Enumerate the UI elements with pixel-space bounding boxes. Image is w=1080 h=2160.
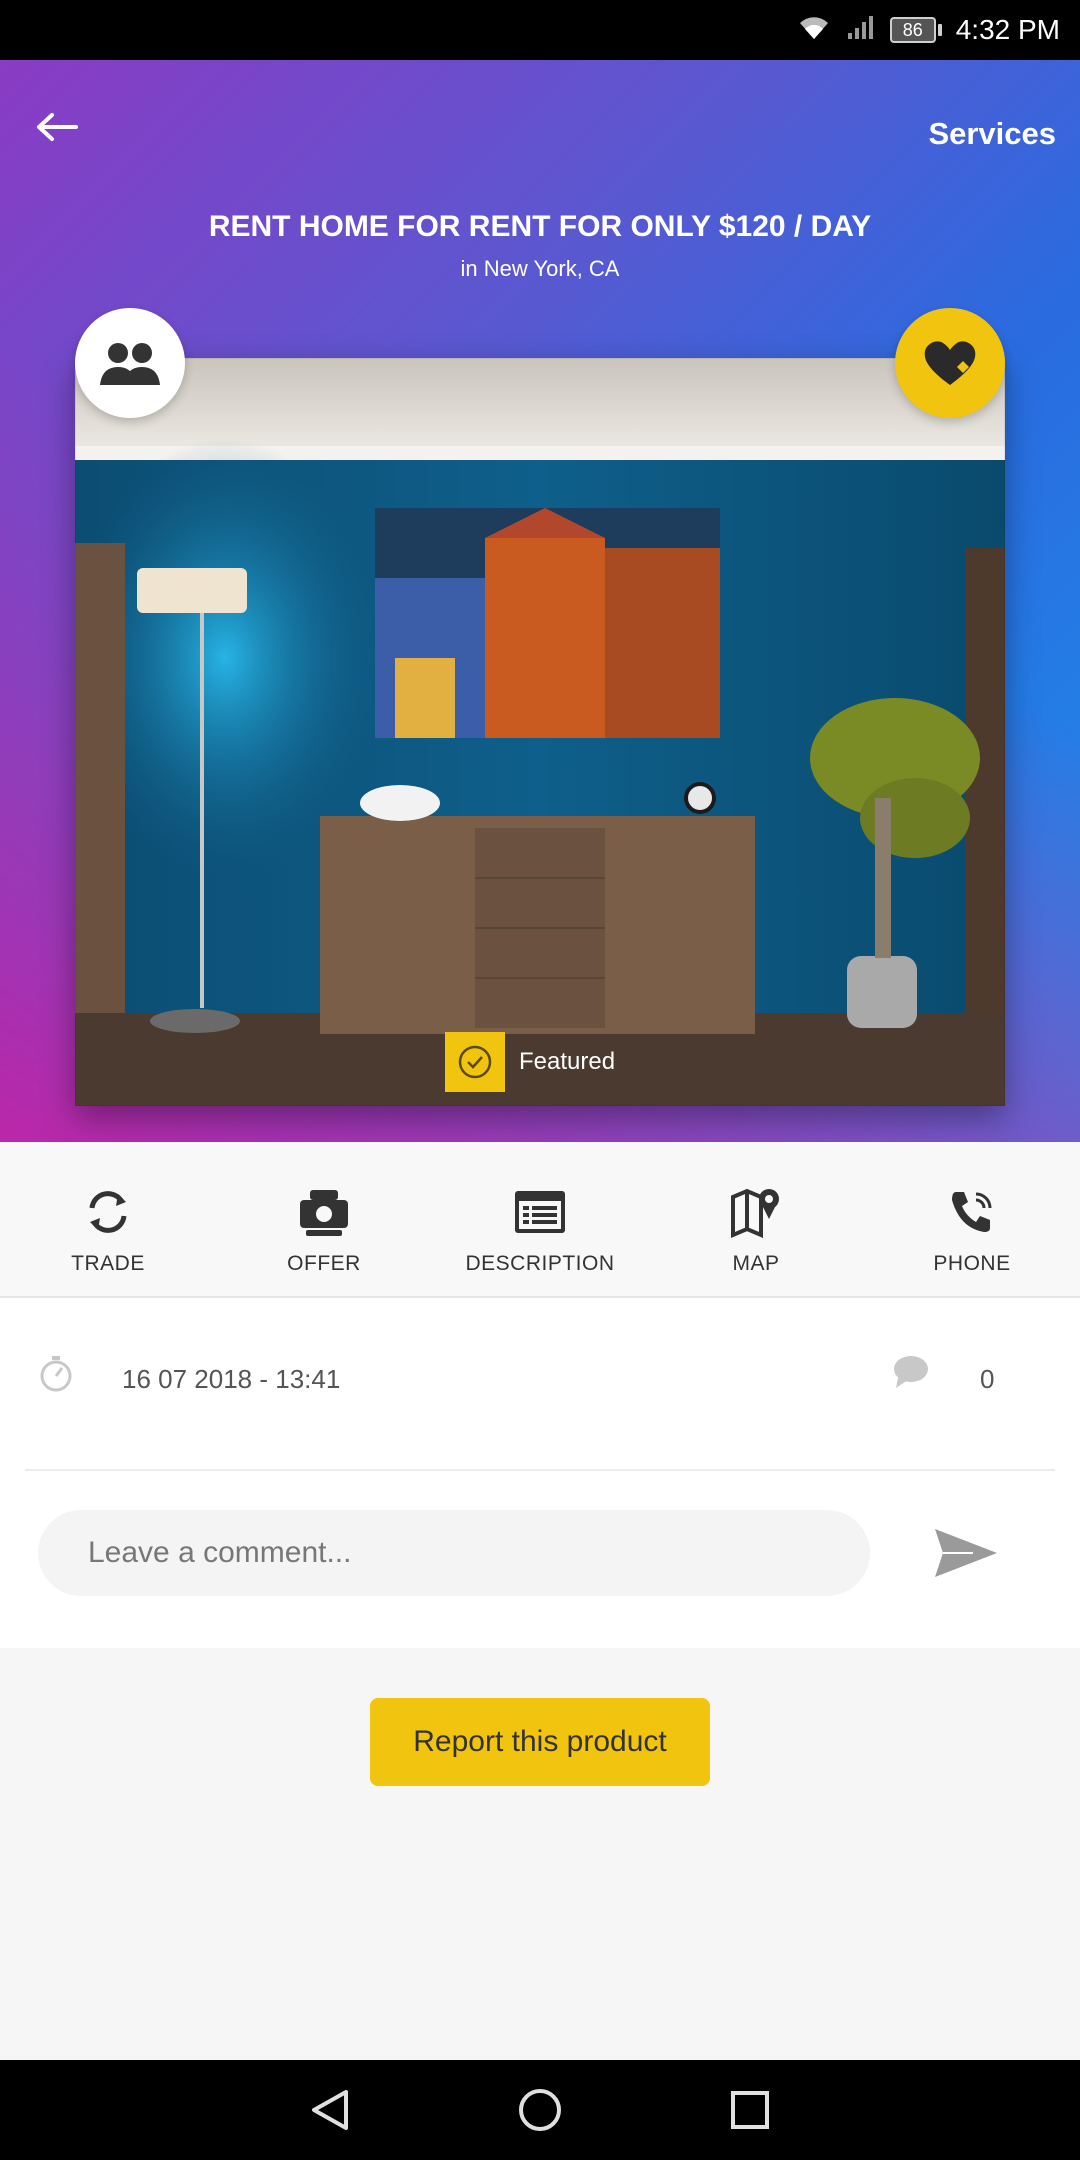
meta-row: 16 07 2018 - 13:41 0	[0, 1298, 1080, 1471]
status-bar: 86 4:32 PM	[0, 0, 1080, 60]
divider	[25, 1469, 1055, 1471]
action-trade[interactable]: TRADE	[0, 1142, 216, 1296]
stopwatch-icon	[38, 1354, 74, 1399]
action-phone-label: PHONE	[933, 1252, 1011, 1275]
square-recents-icon	[731, 2091, 769, 2129]
nav-recents-button[interactable]	[720, 2080, 780, 2140]
featured-tag: Featured	[445, 1032, 615, 1092]
users-icon	[100, 343, 160, 385]
status-icons: 86 4:32 PM	[796, 0, 1060, 60]
send-icon	[935, 1529, 997, 1577]
description-icon	[510, 1182, 570, 1242]
arrow-left-icon	[37, 113, 78, 141]
action-map[interactable]: MAP	[648, 1142, 864, 1296]
circle-home-icon	[519, 2089, 561, 2131]
wifi-icon	[796, 13, 832, 48]
action-bar: TRADE OFFER DESCRIPTION MAP PHONE	[0, 1142, 1080, 1298]
check-circle-icon	[458, 1045, 492, 1079]
clock-time: 4:32 PM	[955, 14, 1060, 45]
favorite-button[interactable]	[895, 308, 1005, 418]
featured-badge	[445, 1032, 505, 1092]
action-description-label: DESCRIPTION	[465, 1252, 615, 1275]
back-button[interactable]	[28, 105, 84, 149]
nav-home-button[interactable]	[510, 2080, 570, 2140]
send-comment-button[interactable]	[930, 1518, 1002, 1588]
system-nav-bar	[0, 2060, 1080, 2160]
listing-title: RENT HOME FOR RENT FOR ONLY $120 / DAY	[208, 210, 872, 243]
action-description[interactable]: DESCRIPTION	[432, 1142, 648, 1296]
battery-icon: 86	[889, 17, 942, 43]
listing-photo[interactable]	[75, 358, 1005, 1106]
action-map-label: MAP	[732, 1252, 780, 1275]
services-link[interactable]: Services	[928, 116, 1056, 152]
listing-header: Services RENT HOME FOR RENT FOR ONLY $12…	[0, 60, 1080, 1142]
action-trade-label: TRADE	[71, 1252, 145, 1275]
triangle-back-icon	[312, 2090, 348, 2130]
room-illustration	[75, 358, 1005, 1106]
action-phone[interactable]: PHONE	[864, 1142, 1080, 1296]
comment-count: 0	[980, 1364, 995, 1394]
report-product-button[interactable]: Report this product	[370, 1698, 710, 1786]
comment-input[interactable]	[38, 1510, 870, 1596]
action-offer-label: OFFER	[287, 1252, 361, 1275]
phone-icon	[942, 1182, 1002, 1242]
sync-icon	[78, 1182, 138, 1242]
comment-icon	[892, 1354, 930, 1395]
signal-icon	[846, 13, 876, 48]
heart-icon	[924, 341, 976, 385]
listing-location: in New York, CA	[460, 256, 620, 281]
map-pin-icon	[726, 1182, 786, 1242]
battery-level: 86	[889, 17, 936, 43]
action-offer[interactable]: OFFER	[216, 1142, 432, 1296]
posted-date: 16 07 2018 - 13:41	[122, 1364, 341, 1394]
listing-meta: 16 07 2018 - 13:41 0	[0, 1298, 1080, 1648]
money-hand-icon	[294, 1182, 354, 1242]
featured-label: Featured	[519, 1048, 616, 1075]
group-button[interactable]	[75, 308, 185, 418]
nav-back-button[interactable]	[300, 2080, 360, 2140]
